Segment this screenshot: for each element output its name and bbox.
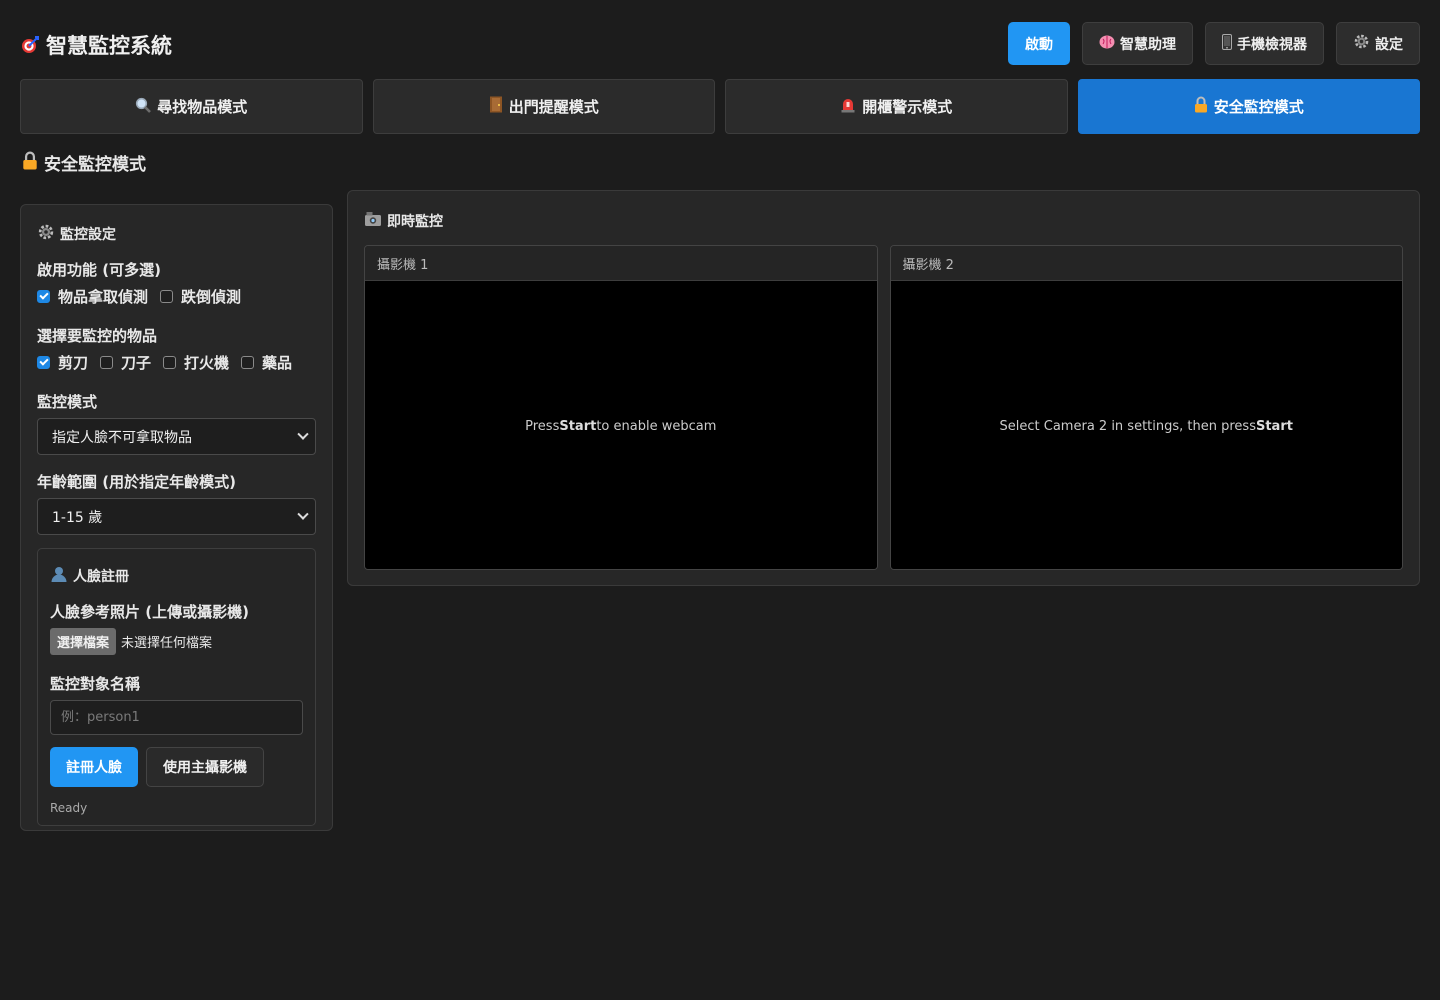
- chevron-down-icon: [297, 428, 309, 440]
- tab-security-monitor[interactable]: 安全監控模式: [1077, 79, 1420, 134]
- start-button[interactable]: 啟動: [1008, 22, 1070, 65]
- camera-2-title: 攝影機 2: [890, 246, 1402, 281]
- gear-icon: [1353, 33, 1370, 54]
- magnifier-icon: [135, 97, 152, 117]
- checkbox-scissors[interactable]: [37, 356, 50, 369]
- section-title: 安全監控模式: [22, 150, 146, 175]
- phone-icon: [1222, 33, 1232, 54]
- checkbox-medicine[interactable]: [241, 356, 255, 369]
- door-icon: [489, 96, 503, 117]
- mobile-viewer-button[interactable]: 手機檢視器: [1205, 22, 1324, 65]
- settings-button[interactable]: 設定: [1336, 22, 1420, 65]
- tab-find-items[interactable]: 尋找物品模式: [20, 79, 363, 134]
- face-registration-heading-text: 人臉註冊: [73, 569, 129, 585]
- brain-icon: [1099, 35, 1115, 53]
- feature-item-pickup[interactable]: 物品拿取偵測: [37, 286, 148, 307]
- checkbox-item-pickup[interactable]: [37, 290, 50, 303]
- live-monitor-panel: 即時監控 攝影機 1 PressStartto enable webcam 攝影…: [347, 190, 1420, 586]
- mode-tabs: 尋找物品模式 出門提醒模式 開櫃警示模式 安全監控模式: [20, 79, 1420, 134]
- mobile-viewer-button-label: 手機檢視器: [1237, 36, 1307, 53]
- app-title-text: 智慧監控系統: [46, 34, 172, 58]
- camera-icon: [364, 211, 382, 231]
- use-main-camera-button[interactable]: 使用主攝影機: [146, 747, 264, 787]
- checkbox-lighter[interactable]: [163, 356, 177, 369]
- item-lighter[interactable]: 打火機: [163, 352, 229, 373]
- face-registration-box: 人臉註冊 人臉參考照片 (上傳或攝影機) 選擇檔案 未選擇任何檔案 監控對象名稱…: [37, 548, 316, 826]
- lock-icon: [22, 151, 38, 175]
- face-registration-heading: 人臉註冊: [50, 565, 303, 587]
- camera-2-feed: Select Camera 2 in settings, then pressS…: [890, 281, 1402, 569]
- tab-leave-reminder[interactable]: 出門提醒模式: [372, 79, 715, 134]
- items-label: 選擇要監控的物品: [37, 327, 158, 345]
- camera-1-title: 攝影機 1: [365, 246, 877, 281]
- tab-security-monitor-label: 安全監控模式: [1213, 98, 1304, 116]
- monitor-mode-label: 監控模式: [37, 393, 98, 411]
- register-face-button[interactable]: 註冊人臉: [50, 747, 138, 787]
- camera-1-feed: PressStartto enable webcam: [365, 281, 877, 569]
- live-monitor-heading: 即時監控: [364, 211, 1403, 231]
- section-title-text: 安全監控模式: [44, 155, 146, 175]
- feature-fall-detection[interactable]: 跌倒偵測: [160, 286, 241, 307]
- assistant-button-label: 智慧助理: [1120, 36, 1176, 53]
- file-status: 未選擇任何檔案: [121, 636, 213, 651]
- settings-button-label: 設定: [1375, 36, 1403, 53]
- checkbox-knife[interactable]: [100, 356, 114, 369]
- camera-2-view: 攝影機 2 Select Camera 2 in settings, then …: [889, 245, 1403, 570]
- settings-heading: 監控設定: [37, 223, 316, 245]
- monitor-mode-value: 指定人臉不可拿取物品: [52, 429, 192, 446]
- lock-icon: [1194, 96, 1208, 117]
- features-label: 啟用功能 (可多選): [37, 261, 161, 279]
- items-group: 剪刀 刀子 打火機 藥品: [37, 352, 316, 373]
- camera-1-message: PressStartto enable webcam: [525, 418, 717, 434]
- header-toolbar: 啟動 智慧助理 手機檢視器 設定: [1008, 22, 1420, 65]
- photo-label: 人臉參考照片 (上傳或攝影機): [50, 603, 249, 621]
- registration-status: Ready: [50, 801, 88, 815]
- camera-2-message: Select Camera 2 in settings, then pressS…: [999, 418, 1293, 434]
- siren-icon: [840, 96, 856, 117]
- age-range-value: 1-15 歲: [52, 509, 103, 526]
- tab-find-items-label: 尋找物品模式: [157, 98, 248, 116]
- monitor-mode-select[interactable]: 指定人臉不可拿取物品: [37, 418, 316, 455]
- item-label: 打火機: [184, 354, 230, 372]
- target-icon: [20, 35, 40, 55]
- features-group: 物品拿取偵測 跌倒偵測: [37, 286, 316, 307]
- camera-1-view: 攝影機 1 PressStartto enable webcam: [364, 245, 878, 570]
- item-medicine[interactable]: 藥品: [241, 352, 292, 373]
- start-button-label: 啟動: [1025, 36, 1053, 53]
- live-monitor-heading-text: 即時監控: [387, 214, 443, 230]
- target-name-input[interactable]: [50, 700, 303, 735]
- age-range-label: 年齡範圍 (用於指定年齡模式): [37, 473, 236, 491]
- target-name-label: 監控對象名稱: [50, 675, 141, 693]
- item-label: 剪刀: [58, 354, 89, 372]
- age-range-select[interactable]: 1-15 歲: [37, 498, 316, 535]
- camera-grid: 攝影機 1 PressStartto enable webcam 攝影機 2 S…: [364, 245, 1403, 570]
- item-knife[interactable]: 刀子: [100, 352, 151, 373]
- user-icon: [50, 565, 68, 587]
- checkbox-fall-detection[interactable]: [160, 290, 174, 303]
- tab-cabinet-alert-label: 開櫃警示模式: [862, 98, 953, 116]
- assistant-button[interactable]: 智慧助理: [1082, 22, 1193, 65]
- app-title: 智慧監控系統: [20, 30, 172, 60]
- item-label: 刀子: [121, 354, 152, 372]
- tab-leave-reminder-label: 出門提醒模式: [508, 98, 599, 116]
- tab-cabinet-alert[interactable]: 開櫃警示模式: [725, 79, 1068, 134]
- feature-label: 跌倒偵測: [181, 288, 242, 306]
- gear-icon: [37, 223, 55, 245]
- choose-file-button[interactable]: 選擇檔案: [50, 628, 117, 655]
- file-picker: 選擇檔案 未選擇任何檔案: [50, 628, 303, 655]
- face-actions: 註冊人臉 使用主攝影機: [50, 747, 303, 787]
- feature-label: 物品拿取偵測: [58, 288, 149, 306]
- settings-heading-text: 監控設定: [60, 227, 116, 243]
- item-scissors[interactable]: 剪刀: [37, 352, 88, 373]
- chevron-down-icon: [297, 508, 309, 520]
- item-label: 藥品: [262, 354, 293, 372]
- settings-panel: 監控設定 啟用功能 (可多選) 物品拿取偵測 跌倒偵測 選擇要監控的物品 剪刀 …: [20, 204, 333, 831]
